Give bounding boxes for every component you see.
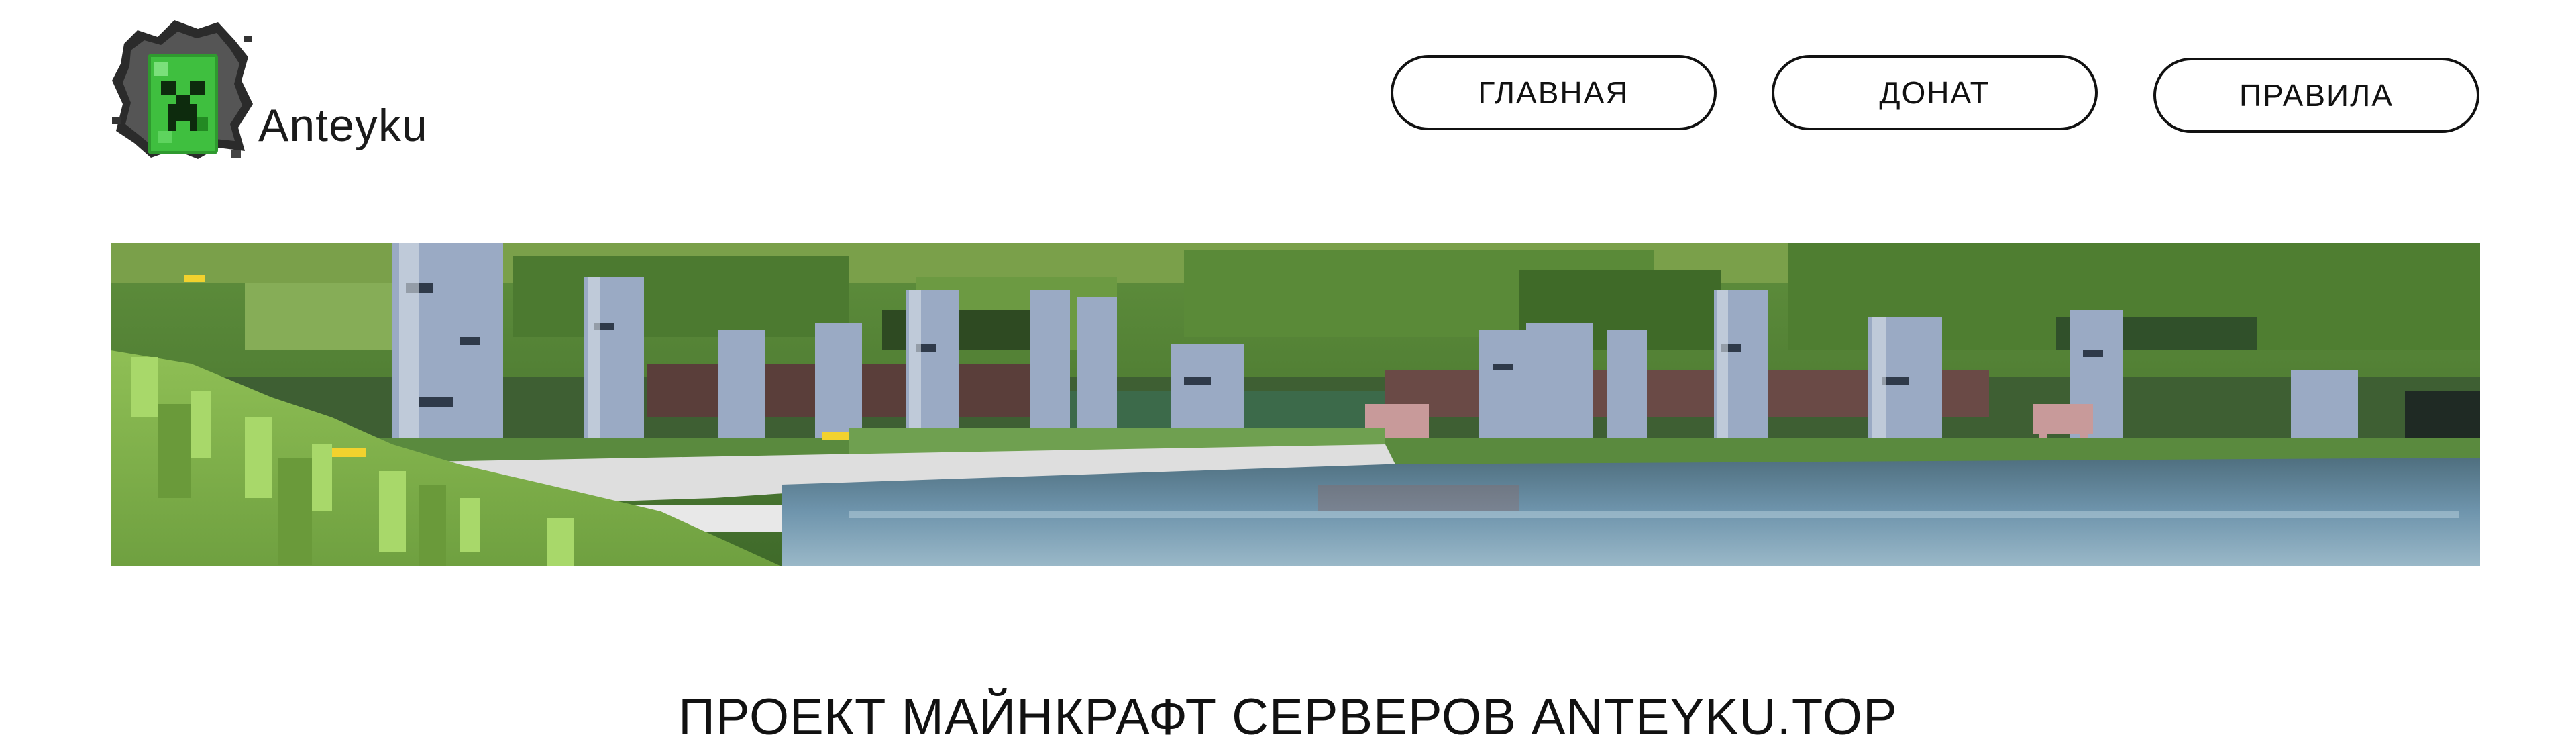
page: Anteyku ГЛАВНАЯ ДОНАТ ПРАВИЛА ПРОЕКТ МАЙ… (0, 0, 2576, 749)
nav-home-button[interactable]: ГЛАВНАЯ (1391, 55, 1717, 130)
brand-name: Anteyku (258, 100, 428, 151)
hero-banner (111, 243, 2480, 566)
creeper-icon (112, 20, 253, 159)
banner-image (111, 243, 2480, 566)
page-headline: ПРОЕКТ МАЙНКРАФТ СЕРВЕРОВ ANTEYKU.TOP (678, 689, 1898, 746)
site-logo[interactable]: Anteyku (111, 17, 433, 168)
nav-donate-button[interactable]: ДОНАТ (1772, 55, 2098, 130)
nav-rules-button[interactable]: ПРАВИЛА (2153, 58, 2479, 133)
